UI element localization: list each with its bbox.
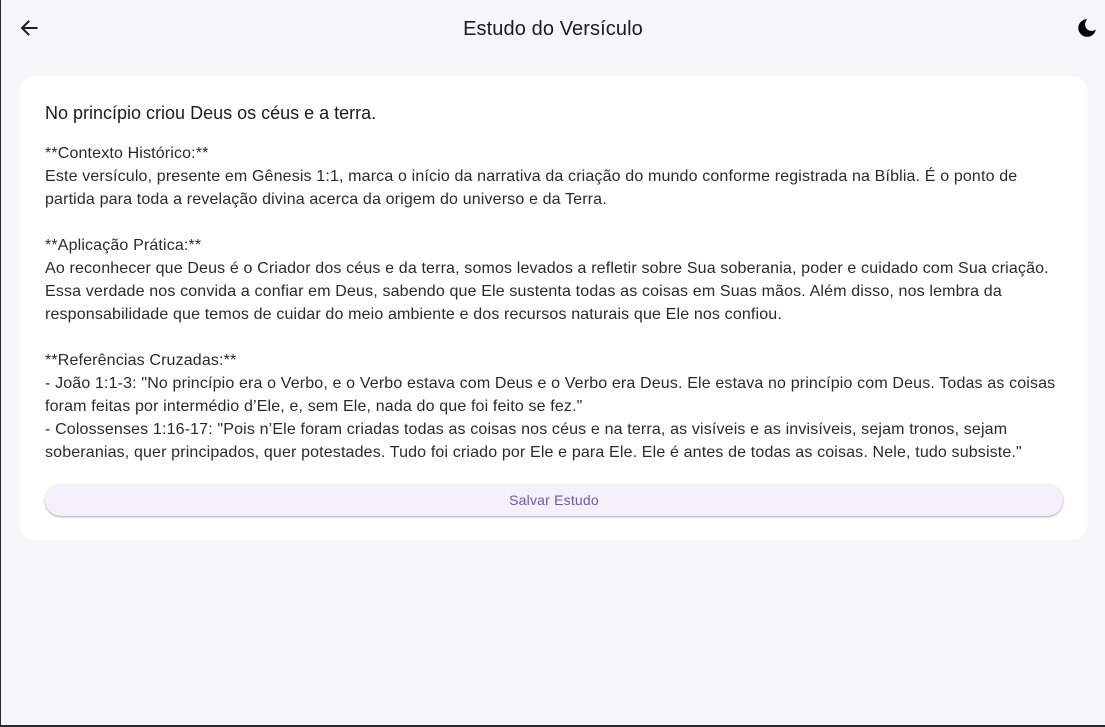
reference-item: - João 1:1-3: "No princípio era o Verbo,… (45, 375, 1056, 415)
context-body: Este versículo, presente em Gênesis 1:1,… (45, 168, 1018, 208)
theme-toggle-button[interactable] (1071, 12, 1103, 44)
references-heading: **Referências Cruzadas:** (45, 352, 237, 369)
context-heading: **Contexto Histórico:** (45, 145, 209, 162)
study-content: **Contexto Histórico:** Este versículo, … (45, 142, 1063, 464)
page-title: Estudo do Versículo (463, 18, 643, 40)
save-study-button[interactable]: Salvar Estudo (45, 484, 1063, 516)
study-card: No princípio criou Deus os céus e a terr… (20, 76, 1087, 540)
application-body: Ao reconhecer que Deus é o Criador dos c… (45, 260, 1049, 323)
verse-text: No princípio criou Deus os céus e a terr… (45, 103, 377, 123)
application-heading: **Aplicação Prática:** (45, 237, 202, 254)
reference-item: - Colossenses 1:16-17: "Pois n’Ele foram… (45, 421, 1022, 461)
moon-icon (1078, 19, 1096, 37)
app-bar: Estudo do Versículo (1, 0, 1105, 58)
